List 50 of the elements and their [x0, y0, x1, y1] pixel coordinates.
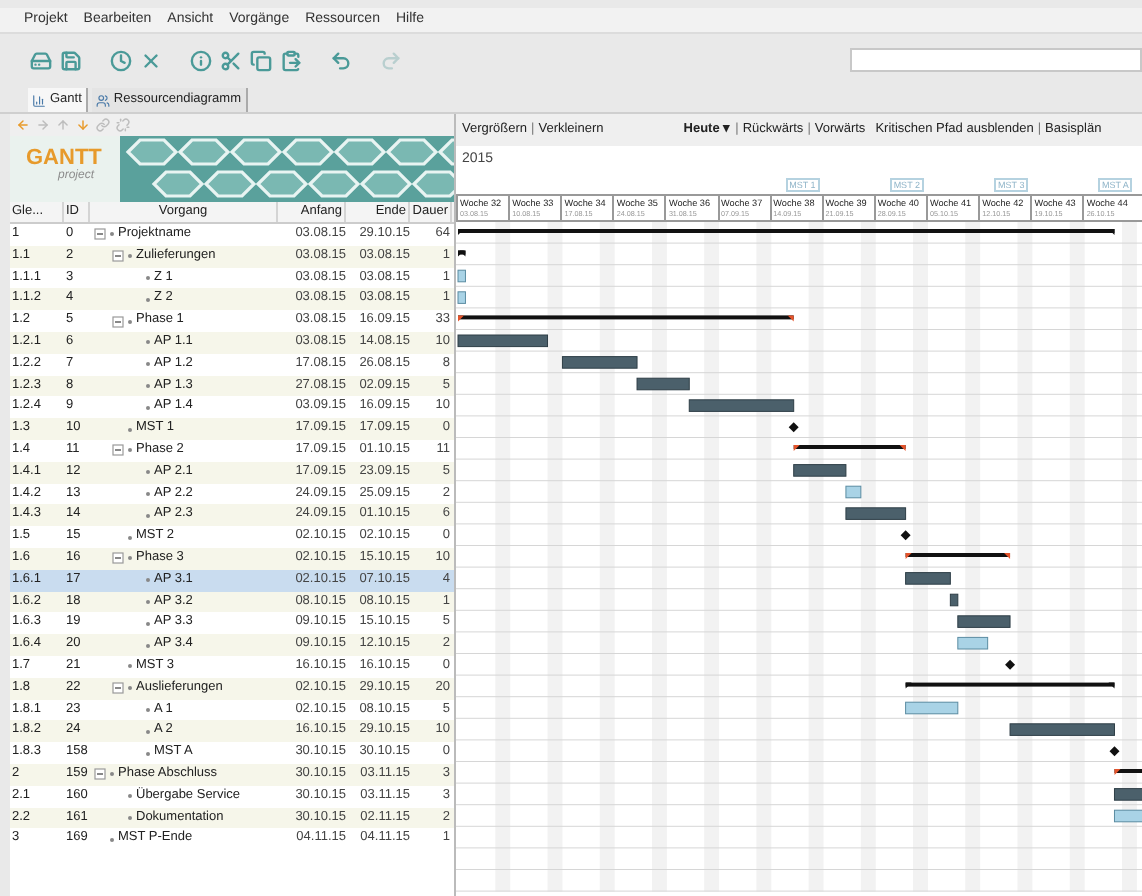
summary-bar[interactable] [905, 682, 1115, 689]
summary-bar[interactable] [905, 553, 1011, 559]
arrow-down-icon [75, 118, 89, 132]
clock-button[interactable] [108, 47, 134, 73]
chart-icon [32, 93, 46, 107]
clipboard-icon [280, 49, 302, 71]
save-button[interactable] [58, 47, 84, 73]
link-icon [95, 118, 109, 132]
milestone-marker[interactable] [1005, 659, 1016, 670]
copy-icon [250, 49, 272, 71]
info-icon [190, 49, 212, 71]
undo-button[interactable] [328, 47, 354, 73]
milestone-marker[interactable] [1109, 746, 1120, 757]
arrow-right-icon [35, 118, 49, 132]
clock-icon [110, 49, 132, 71]
task-bar[interactable] [457, 334, 548, 348]
info-button[interactable] [188, 47, 214, 73]
collapse-icon[interactable] [112, 250, 124, 263]
arrow-left-icon [15, 118, 29, 132]
unlink-icon [115, 118, 129, 132]
undo-icon [330, 49, 352, 71]
redo-icon [380, 49, 402, 71]
task-bar[interactable] [636, 377, 690, 391]
close-icon [140, 49, 162, 71]
summary-bar[interactable] [793, 445, 906, 451]
scissors-icon [220, 49, 242, 71]
collapse-icon[interactable] [94, 228, 106, 241]
summary-bar[interactable] [458, 229, 1115, 235]
outdent-button[interactable] [14, 117, 30, 133]
logo-title: GANTT [26, 146, 102, 170]
arrow-up-icon [55, 118, 69, 132]
summary-bar[interactable] [458, 250, 466, 257]
summary-bar[interactable] [458, 315, 794, 322]
save-all-button[interactable] [28, 47, 54, 73]
collapse-icon[interactable] [112, 682, 124, 695]
save-icon [60, 49, 82, 71]
summary-bar[interactable] [1114, 769, 1142, 775]
milestone-marker[interactable] [900, 530, 911, 541]
collapse-icon[interactable] [112, 315, 124, 328]
task-bar[interactable] [949, 593, 959, 607]
cut-button[interactable] [218, 47, 244, 73]
collapse-icon[interactable] [112, 444, 124, 457]
people-icon [95, 93, 110, 107]
collapse-icon[interactable] [94, 768, 106, 781]
milestone-marker[interactable] [788, 422, 799, 433]
paste-button[interactable] [278, 47, 304, 73]
collapse-icon[interactable] [112, 552, 124, 565]
down-button[interactable] [74, 117, 90, 133]
copy-button[interactable] [248, 47, 274, 73]
search-field[interactable] [850, 48, 1142, 72]
